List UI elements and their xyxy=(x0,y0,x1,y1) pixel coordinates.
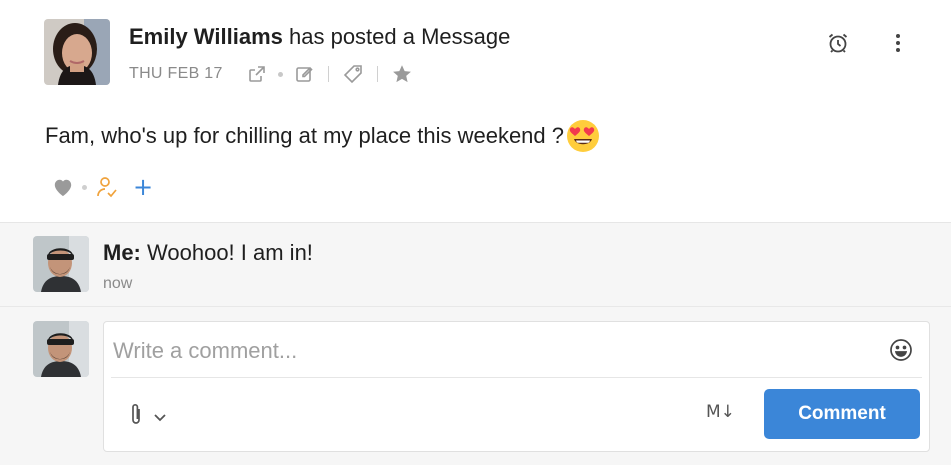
comment-item: Me: Woohoo! I am in! now xyxy=(0,223,951,307)
emoji-picker-icon[interactable] xyxy=(889,338,913,362)
more-vertical-icon[interactable] xyxy=(885,30,911,56)
comment-composer: M↓ Comment xyxy=(103,321,930,452)
star-icon[interactable] xyxy=(390,62,414,86)
composer-divider xyxy=(111,377,922,378)
add-reaction-button[interactable]: + xyxy=(133,175,153,199)
post-meta: THU FEB 17 xyxy=(129,62,414,86)
post-action-text: has posted a Message xyxy=(289,24,511,49)
paperclip-icon xyxy=(128,402,144,433)
meta-separator-dot xyxy=(277,71,283,77)
heart-icon[interactable] xyxy=(52,177,74,197)
meta-separator-bar xyxy=(376,66,378,82)
author-avatar[interactable] xyxy=(44,19,110,85)
comment-input[interactable] xyxy=(113,336,873,366)
comment-author[interactable]: Me: xyxy=(103,240,141,265)
comment-timestamp: now xyxy=(103,275,133,292)
post-top-actions xyxy=(825,30,911,56)
post-reactions: + xyxy=(52,175,153,199)
post-date: THU FEB 17 xyxy=(129,65,223,82)
reaction-separator-dot xyxy=(82,184,87,190)
meta-separator-bar xyxy=(327,66,329,82)
post-headline: Emily Williams has posted a Message xyxy=(129,24,510,50)
commenter-avatar[interactable] xyxy=(33,236,89,292)
tag-icon[interactable] xyxy=(341,62,365,86)
comment-content: Me: Woohoo! I am in! xyxy=(103,240,313,266)
comment-text: Woohoo! I am in! xyxy=(147,240,313,265)
heart-eyes-emoji xyxy=(566,119,600,153)
markdown-toggle[interactable]: M↓ xyxy=(706,402,735,422)
author-name[interactable]: Emily Williams xyxy=(129,24,283,49)
current-user-avatar xyxy=(33,321,89,377)
user-check-icon[interactable] xyxy=(95,175,119,199)
alarm-clock-icon[interactable] xyxy=(825,30,851,56)
post-card: Emily Williams has posted a Message THU … xyxy=(0,0,951,222)
post-message: Fam, who's up for chilling at my place t… xyxy=(45,119,600,153)
edit-icon[interactable] xyxy=(292,62,316,86)
comments-section: Me: Woohoo! I am in! now Write a comment… xyxy=(0,222,951,465)
external-link-icon[interactable] xyxy=(245,62,269,86)
chevron-down-icon xyxy=(154,409,166,427)
comment-submit-button[interactable]: Comment xyxy=(764,389,920,439)
attachment-button[interactable] xyxy=(128,402,166,433)
post-message-text: Fam, who's up for chilling at my place t… xyxy=(45,123,564,148)
